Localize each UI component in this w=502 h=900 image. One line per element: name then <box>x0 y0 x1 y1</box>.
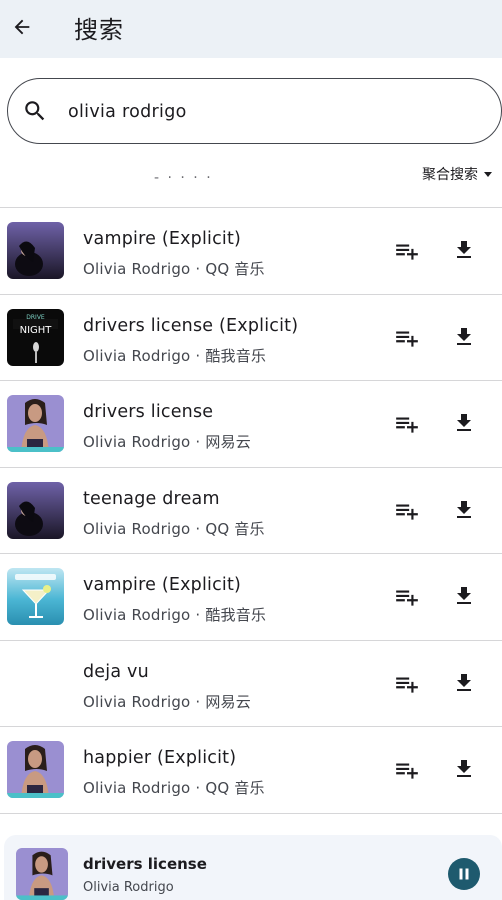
app-bar: 搜索 <box>0 0 502 58</box>
song-title: happier (Explicit) <box>83 748 237 768</box>
song-subtitle: Olivia Rodrigo · 酷我音乐 <box>83 346 267 365</box>
list-item[interactable]: DRIVE NIGHT drivers license (Explicit) O… <box>0 295 502 381</box>
download-icon[interactable] <box>452 583 476 609</box>
song-subtitle: Olivia Rodrigo · 酷我音乐 <box>83 606 267 624</box>
player-album-cover <box>16 848 68 900</box>
svg-text:DRIVE: DRIVE <box>26 314 45 321</box>
download-icon[interactable] <box>452 670 476 696</box>
player-song-title: drivers license <box>83 855 207 873</box>
list-item[interactable]: vampire (Explicit) Olivia Rodrigo · 酷我音乐 <box>0 554 502 641</box>
album-cover <box>7 222 64 279</box>
search-box[interactable] <box>7 78 502 144</box>
song-title: drivers license <box>83 402 214 422</box>
album-cover <box>7 741 64 798</box>
album-cover <box>7 395 64 452</box>
download-icon[interactable] <box>452 324 476 350</box>
add-to-playlist-icon[interactable] <box>394 325 420 351</box>
album-cover-empty <box>7 655 64 712</box>
song-subtitle: Olivia Rodrigo · QQ 音乐 <box>83 260 265 278</box>
song-title: deja vu <box>83 661 149 682</box>
song-title: drivers license (Explicit) <box>83 315 299 336</box>
add-to-playlist-icon[interactable] <box>394 757 420 783</box>
download-icon[interactable] <box>452 237 476 263</box>
add-to-playlist-icon[interactable] <box>394 238 420 264</box>
song-title: teenage dream <box>83 488 220 509</box>
add-to-playlist-icon[interactable] <box>394 411 420 437</box>
song-title: vampire (Explicit) <box>83 229 242 249</box>
arrow-left-icon[interactable] <box>8 8 36 46</box>
add-to-playlist-icon[interactable] <box>394 584 420 610</box>
download-icon[interactable] <box>452 497 476 523</box>
download-icon[interactable] <box>452 410 476 436</box>
album-cover <box>7 481 64 539</box>
list-item[interactable]: happier (Explicit) Olivia Rodrigo · QQ 音… <box>0 727 502 814</box>
results-list: vampire (Explicit) Olivia Rodrigo · QQ 音… <box>0 207 502 814</box>
song-title: vampire (Explicit) <box>83 575 242 595</box>
album-cover <box>7 568 64 625</box>
svg-text:NIGHT: NIGHT <box>20 325 53 336</box>
pause-button[interactable] <box>448 858 480 890</box>
list-item[interactable]: vampire (Explicit) Olivia Rodrigo · QQ 音… <box>0 208 502 295</box>
search-input[interactable] <box>68 98 448 126</box>
scrolled-off-row: - · · · · <box>154 176 213 186</box>
list-item[interactable]: teenage dream Olivia Rodrigo · QQ 音乐 <box>0 468 502 554</box>
add-to-playlist-icon[interactable] <box>394 498 420 524</box>
add-to-playlist-icon[interactable] <box>394 671 420 697</box>
list-item[interactable]: drivers license Olivia Rodrigo · 网易云 <box>0 381 502 468</box>
song-subtitle: Olivia Rodrigo · QQ 音乐 <box>83 779 265 797</box>
player-artist: Olivia Rodrigo <box>83 880 174 895</box>
mini-player[interactable]: drivers license Olivia Rodrigo <box>4 835 502 900</box>
album-cover: DRIVE NIGHT <box>7 308 64 366</box>
song-subtitle: Olivia Rodrigo · 网易云 <box>83 433 251 451</box>
search-icon <box>22 98 48 124</box>
song-subtitle: Olivia Rodrigo · QQ 音乐 <box>83 519 265 538</box>
page-title: 搜索 <box>74 16 124 44</box>
song-subtitle: Olivia Rodrigo · 网易云 <box>83 692 251 711</box>
pause-icon <box>459 868 469 880</box>
list-item[interactable]: deja vu Olivia Rodrigo · 网易云 <box>0 641 502 727</box>
download-icon[interactable] <box>452 756 476 782</box>
